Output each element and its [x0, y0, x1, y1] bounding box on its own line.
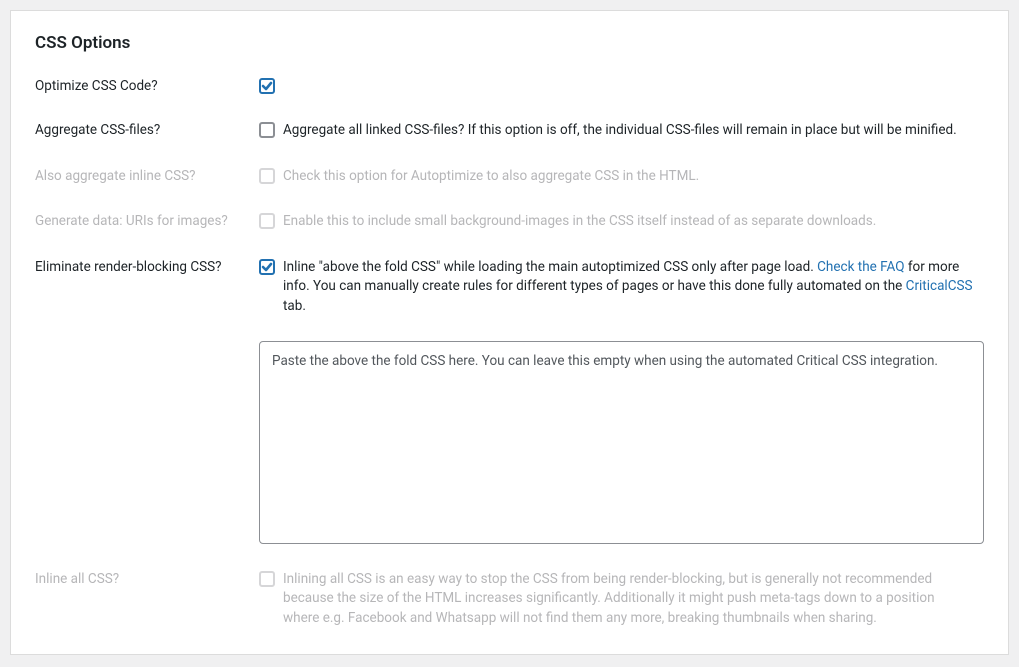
checkbox-data-uris [259, 213, 275, 229]
desc-text-a: Inline "above the fold CSS" while loadin… [283, 259, 817, 275]
label-inline-all: Inline all CSS? [35, 570, 259, 588]
row-aggregate-css: Aggregate CSS-files? Aggregate all linke… [35, 121, 984, 141]
desc-text-c: tab. [283, 298, 306, 314]
row-render-blocking: Eliminate render-blocking CSS? Inline "a… [35, 258, 984, 544]
checkmark-icon [260, 260, 274, 274]
checkbox-inline-all [259, 571, 275, 587]
checkbox-render-blocking[interactable] [259, 259, 275, 275]
row-optimize-css: Optimize CSS Code? [35, 77, 984, 95]
textarea-critical-css[interactable] [259, 341, 984, 544]
label-render-blocking: Eliminate render-blocking CSS? [35, 258, 259, 276]
desc-aggregate-css: Aggregate all linked CSS-files? If this … [283, 121, 957, 141]
row-data-uris: Generate data: URIs for images? Enable t… [35, 212, 984, 232]
checkbox-aggregate-inline [259, 168, 275, 184]
row-aggregate-inline: Also aggregate inline CSS? Check this op… [35, 167, 984, 187]
checkbox-aggregate-css[interactable] [259, 122, 275, 138]
label-optimize-css: Optimize CSS Code? [35, 77, 259, 95]
link-criticalcss[interactable]: CriticalCSS [906, 278, 973, 294]
label-data-uris: Generate data: URIs for images? [35, 212, 259, 230]
row-inline-all: Inline all CSS? Inlining all CSS is an e… [35, 570, 984, 629]
checkmark-icon [260, 79, 274, 93]
checkbox-optimize-css[interactable] [259, 78, 275, 94]
label-aggregate-css: Aggregate CSS-files? [35, 121, 259, 139]
desc-render-blocking: Inline "above the fold CSS" while loadin… [283, 258, 983, 317]
link-check-faq[interactable]: Check the FAQ [817, 259, 904, 275]
desc-data-uris: Enable this to include small background-… [283, 212, 876, 232]
label-aggregate-inline: Also aggregate inline CSS? [35, 167, 259, 185]
desc-aggregate-inline: Check this option for Autoptimize to als… [283, 167, 699, 187]
page-title: CSS Options [35, 33, 984, 53]
css-options-card: CSS Options Optimize CSS Code? Aggregate… [10, 10, 1009, 655]
desc-inline-all: Inlining all CSS is an easy way to stop … [283, 570, 963, 629]
